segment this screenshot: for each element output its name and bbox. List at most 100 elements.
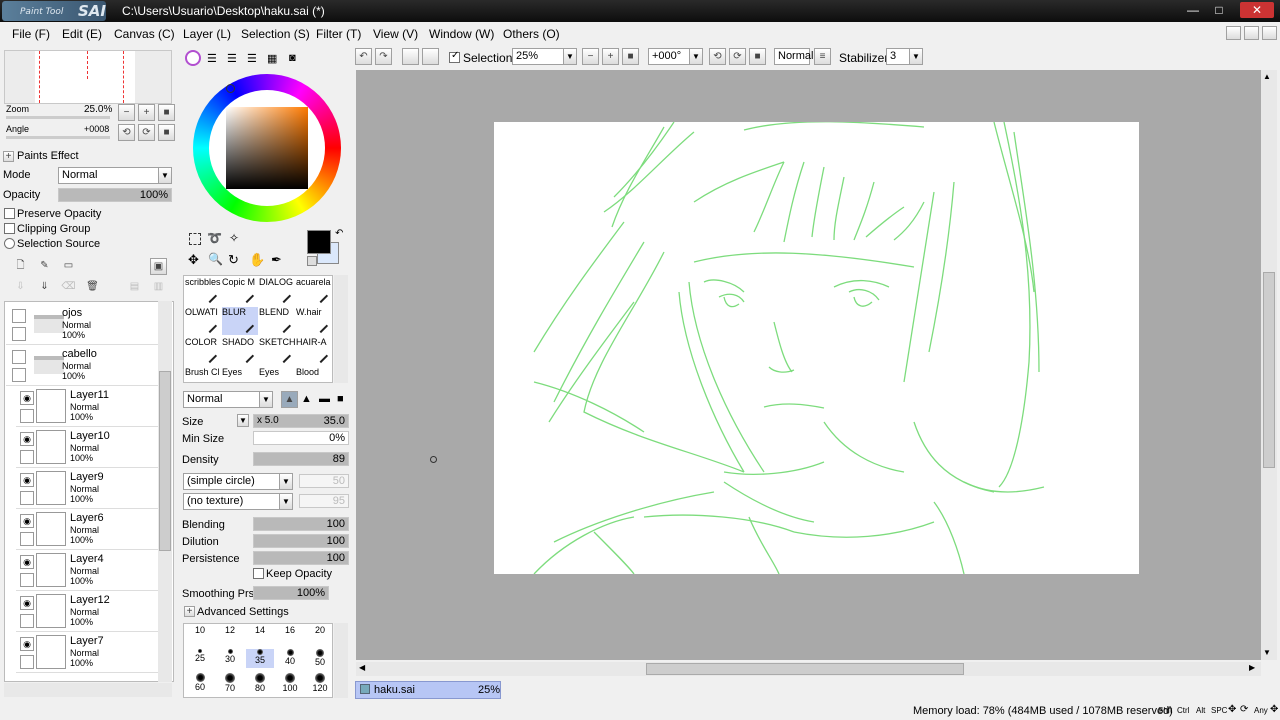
lock-toggle-icon[interactable] xyxy=(20,573,34,587)
mode-select[interactable]: Normal xyxy=(58,167,164,184)
lock-toggle-icon[interactable] xyxy=(20,532,34,546)
menu-canvas[interactable]: Canvas (C) xyxy=(114,27,175,41)
blending-slider[interactable]: 100 xyxy=(253,517,349,531)
minimize-button[interactable]: — xyxy=(1180,2,1206,18)
brush-size-option[interactable]: 14 xyxy=(246,625,274,644)
deselect-button[interactable] xyxy=(402,48,419,65)
layer-list-scrollbar[interactable] xyxy=(158,301,172,682)
stabilizer-dropdown-icon[interactable]: ▼ xyxy=(909,48,923,65)
layer-scroll-thumb[interactable] xyxy=(159,371,171,551)
brush-size-option[interactable]: 70 xyxy=(216,673,244,693)
texture-select[interactable]: (no texture) xyxy=(183,493,285,510)
invert-selection-button[interactable] xyxy=(422,48,439,65)
visibility-toggle-icon[interactable]: ◉ xyxy=(20,555,34,569)
menu-others[interactable]: Others (O) xyxy=(503,27,560,41)
hscroll-left-icon[interactable]: ◀ xyxy=(359,663,365,672)
redo-button[interactable]: ↷ xyxy=(375,48,392,65)
zoom-out-button[interactable]: − xyxy=(582,48,599,65)
selection-checkbox[interactable] xyxy=(449,50,460,63)
menu-filter[interactable]: Filter (T) xyxy=(316,27,361,41)
swatches-mode-icon[interactable]: ☰ xyxy=(247,52,257,65)
nav-rotate-left-button[interactable]: ⟲ xyxy=(118,124,135,141)
brush-shape-2-icon[interactable]: ▲ xyxy=(301,393,312,405)
rotate-left-button[interactable]: ⟲ xyxy=(709,48,726,65)
lasso-icon[interactable]: ➰ xyxy=(207,231,222,245)
canvas-horizontal-scrollbar[interactable]: ◀ ▶ xyxy=(356,662,1261,676)
layer-row[interactable]: ◉ Layer11 Normal 100% xyxy=(16,387,158,427)
visibility-toggle-icon[interactable]: ◉ xyxy=(20,473,34,487)
merge-down-icon[interactable]: ⇓ xyxy=(36,279,53,296)
advanced-settings-label[interactable]: Advanced Settings xyxy=(197,606,289,618)
visibility-toggle-icon[interactable]: ◉ xyxy=(20,432,34,446)
doc-close-button[interactable] xyxy=(1262,26,1277,40)
brush-size-option[interactable]: 12 xyxy=(216,625,244,644)
layer-row[interactable]: cabello Normal 100% xyxy=(6,346,158,386)
expand-icon[interactable]: + xyxy=(3,151,14,162)
new-layer-icon[interactable]: 🗋 xyxy=(12,258,29,275)
brush-slot[interactable]: BLEND xyxy=(259,307,295,335)
layer-mask-icon[interactable]: ▣ xyxy=(150,258,167,275)
zoom-dropdown-icon[interactable]: ▼ xyxy=(563,48,577,65)
persistence-slider[interactable]: 100 xyxy=(253,551,349,565)
stabilizer-select[interactable]: 3 xyxy=(886,48,910,65)
delete-layer-icon[interactable]: 🗑 xyxy=(84,279,101,296)
brush-slot[interactable]: HAIR-A xyxy=(296,337,332,365)
size-mult-dropdown-icon[interactable]: ▼ xyxy=(237,414,249,427)
lock-toggle-icon[interactable] xyxy=(20,614,34,628)
advanced-expand-icon[interactable]: + xyxy=(184,606,195,617)
flip-button[interactable]: ≡ xyxy=(814,48,831,65)
brush-size-option[interactable]: 60 xyxy=(186,673,214,692)
menu-file[interactable]: File (F) xyxy=(12,27,50,41)
brush-size-option[interactable]: 35 xyxy=(246,649,274,668)
clipping-group-checkbox[interactable] xyxy=(4,223,15,234)
scratchpad-mode-icon[interactable]: ◙ xyxy=(289,52,296,64)
brush-slot[interactable]: SHADO xyxy=(222,337,258,365)
brush-grid-scrollbar[interactable] xyxy=(334,275,348,383)
menu-selection[interactable]: Selection (S) xyxy=(241,27,310,41)
brush-size-option[interactable]: 50 xyxy=(306,649,334,668)
density-slider[interactable]: 89 xyxy=(253,452,349,466)
layer-row[interactable]: ojos Normal 100% xyxy=(6,305,158,345)
shape-strength-slider[interactable]: 50 xyxy=(299,474,349,488)
document-tab[interactable]: haku.sai 25% xyxy=(355,681,501,699)
brush-shape-3-icon[interactable]: ▬ xyxy=(319,393,330,405)
palette-mode-icon[interactable]: ▦ xyxy=(267,52,277,65)
lock-toggle-icon[interactable] xyxy=(20,491,34,505)
tool-blend-select[interactable]: Normal xyxy=(183,391,263,408)
shape-dropdown-icon[interactable]: ▼ xyxy=(279,473,293,490)
rgb-slider-mode-icon[interactable]: ☰ xyxy=(207,52,217,65)
doc-restore-button[interactable] xyxy=(1244,26,1259,40)
texture-dropdown-icon[interactable]: ▼ xyxy=(279,493,293,510)
color-sv-square[interactable] xyxy=(226,107,308,189)
brush-shape-1-icon[interactable]: ▲ xyxy=(281,391,298,408)
swap-colors-icon[interactable]: ↶ xyxy=(335,228,343,239)
rotate-tool-icon[interactable]: ↻ xyxy=(228,252,239,268)
layer-row[interactable]: ◉ Layer9 Normal 100% xyxy=(16,469,158,509)
layer-row[interactable]: ◉ Layer7 Normal 100% xyxy=(16,633,158,673)
new-linework-layer-icon[interactable]: ✎ xyxy=(36,258,53,275)
brush-size-option[interactable]: 25 xyxy=(186,649,214,668)
zoom-select[interactable]: 25% xyxy=(512,48,564,65)
layer-prop-icon[interactable]: ▤ xyxy=(126,279,143,296)
nav-zoom-out-button[interactable]: − xyxy=(118,104,135,121)
preserve-opacity-checkbox[interactable] xyxy=(4,208,15,219)
shape-select[interactable]: (simple circle) xyxy=(183,473,285,490)
keep-opacity-checkbox[interactable] xyxy=(253,568,264,579)
lock-toggle-icon[interactable] xyxy=(20,409,34,423)
dilution-slider[interactable]: 100 xyxy=(253,534,349,548)
nav-rotate-reset-button[interactable]: ■ xyxy=(158,124,175,141)
menu-view[interactable]: View (V) xyxy=(373,27,418,41)
min-size-slider[interactable]: 0% xyxy=(253,431,349,445)
primary-color-swatch[interactable] xyxy=(307,230,331,254)
visibility-toggle-icon[interactable]: ◉ xyxy=(20,637,34,651)
nav-rotate-right-button[interactable]: ⟳ xyxy=(138,124,155,141)
brush-slot[interactable]: Copic M xyxy=(222,277,258,305)
rotate-reset-button[interactable]: ■ xyxy=(749,48,766,65)
nav-zoom-in-button[interactable]: + xyxy=(138,104,155,121)
brush-size-option[interactable]: 16 xyxy=(276,625,304,644)
doc-minimize-button[interactable] xyxy=(1226,26,1241,40)
lock-toggle-icon[interactable] xyxy=(20,450,34,464)
layer-prop2-icon[interactable]: ▥ xyxy=(150,279,167,296)
hsv-slider-mode-icon[interactable]: ☰ xyxy=(227,52,237,65)
angle-slider[interactable] xyxy=(6,136,110,139)
